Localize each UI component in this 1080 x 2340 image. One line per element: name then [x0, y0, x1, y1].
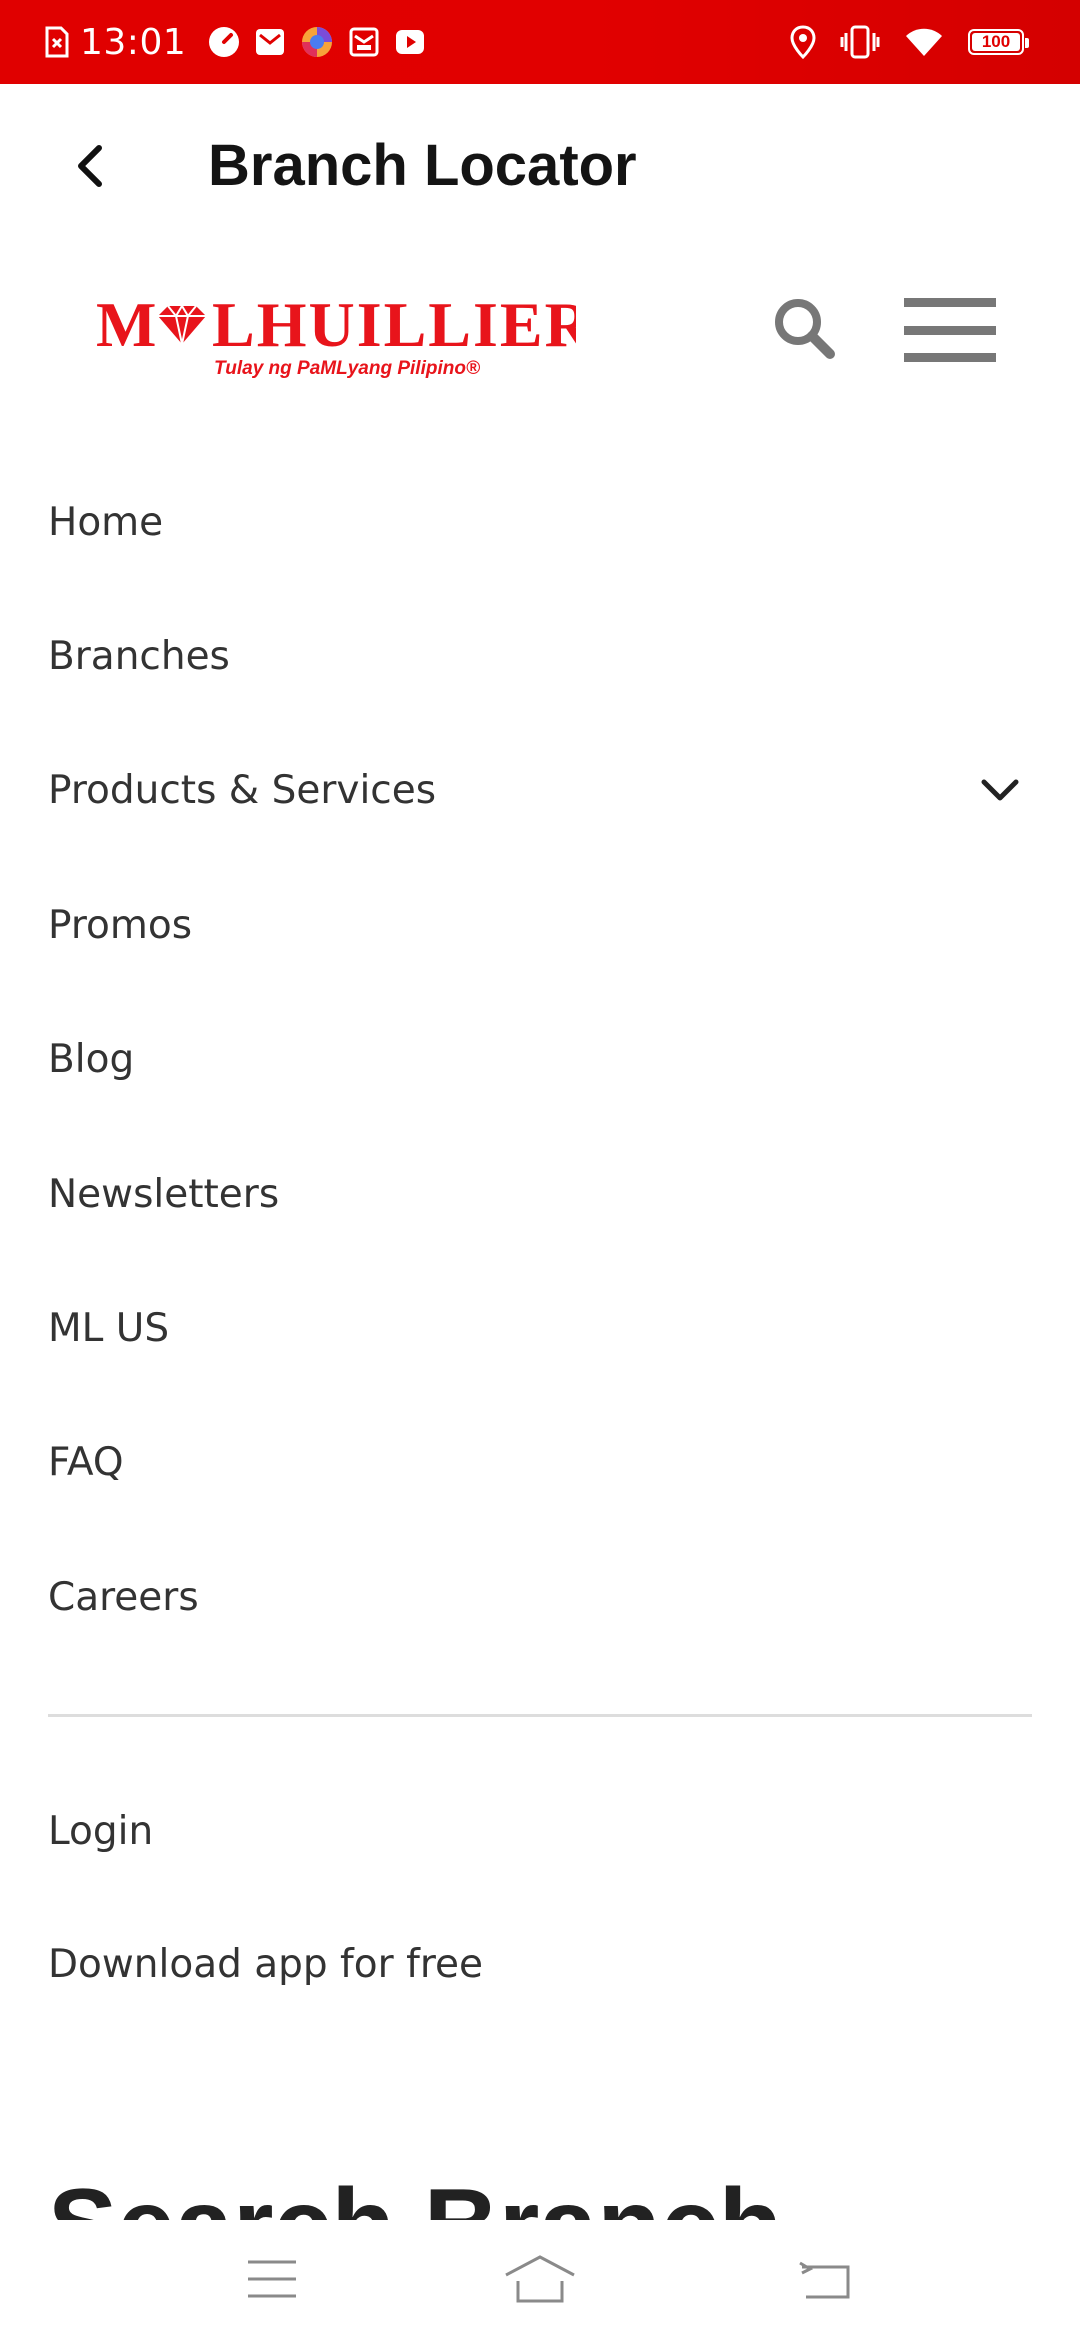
back-icon [799, 2261, 850, 2299]
hamburger-icon-bar [904, 353, 996, 362]
nav-item-label: Home [48, 499, 164, 545]
inbox-icon [349, 27, 379, 57]
nav-item-label: Login [48, 1809, 154, 1854]
recents-button[interactable] [222, 2244, 322, 2314]
nav-item-blog[interactable]: Blog [0, 993, 1080, 1127]
nav-item-newsletters[interactable]: Newsletters [0, 1127, 1080, 1261]
nav-menu: Home Branches Products & Services Promos… [0, 455, 1080, 1665]
hamburger-menu-button[interactable] [904, 298, 996, 362]
location-icon [790, 25, 816, 59]
nav-item-ml-us[interactable]: ML US [0, 1261, 1080, 1395]
nav-item-label: ML US [48, 1306, 170, 1352]
battery-percent: 100 [981, 32, 1011, 51]
battery-icon: 100 [968, 29, 1029, 55]
nav-item-careers[interactable]: Careers [0, 1530, 1080, 1664]
mlhuillier-logo[interactable]: M LHUILLIER Tulay ng PaMLyang Pilipino® [96, 290, 576, 380]
status-bar: 13:01 100 [0, 0, 1080, 84]
nav-item-label: Branches [48, 634, 230, 680]
status-right: 100 [790, 0, 1029, 84]
nav-item-label: Download app for free [48, 1942, 483, 1987]
search-branch-heading: Search Branch [0, 2170, 1080, 2220]
recents-icon [248, 2260, 296, 2298]
system-navigation-bar [0, 2220, 1080, 2340]
search-branch-heading-text: Search Branch [48, 2174, 782, 2220]
nav-item-label: Careers [48, 1574, 199, 1620]
youtube-icon [396, 30, 425, 54]
home-icon [505, 2255, 575, 2303]
status-time: 13:01 [80, 21, 187, 63]
back-arrow-icon [78, 145, 102, 187]
back-button[interactable] [58, 134, 122, 198]
mail-icon [256, 29, 285, 55]
secondary-menu: Login Download app for free [0, 1765, 1080, 2031]
wifi-icon [906, 28, 942, 56]
app-bar: Branch Locator [0, 84, 1080, 254]
nav-item-products-services[interactable]: Products & Services [0, 724, 1080, 858]
nav-item-label: Products & Services [48, 768, 437, 814]
search-icon [775, 299, 835, 359]
home-button[interactable] [490, 2244, 590, 2314]
nav-item-label: Promos [48, 902, 193, 948]
nav-item-branches[interactable]: Branches [0, 589, 1080, 723]
vibrate-icon [840, 25, 880, 59]
nav-item-faq[interactable]: FAQ [0, 1396, 1080, 1530]
login-link[interactable]: Login [0, 1765, 1080, 1898]
menu-divider [48, 1714, 1032, 1717]
notification-icons [208, 25, 426, 59]
speedometer-icon [209, 27, 240, 57]
hamburger-icon-bar [904, 325, 996, 335]
chevron-down-icon[interactable] [978, 769, 1022, 813]
hamburger-icon-bar [904, 298, 996, 307]
download-app-link[interactable]: Download app for free [0, 1898, 1080, 2031]
svg-text:M: M [96, 290, 158, 360]
nav-item-label: Newsletters [48, 1171, 280, 1217]
browser-icon [302, 27, 333, 57]
nav-item-home[interactable]: Home [0, 455, 1080, 589]
site-header: M LHUILLIER Tulay ng PaMLyang Pilipino® [0, 270, 1080, 390]
nav-item-label: FAQ [48, 1440, 124, 1486]
nav-item-label: Blog [48, 1037, 135, 1083]
svg-text:Tulay ng PaMLyang Pilipino®: Tulay ng PaMLyang Pilipino® [214, 358, 480, 379]
page-title: Branch Locator [208, 133, 637, 198]
back-nav-button[interactable] [774, 2244, 874, 2314]
sim-error-icon [45, 26, 69, 58]
status-left: 13:01 [44, 0, 426, 84]
search-button[interactable] [770, 294, 838, 362]
svg-text:LHUILLIER: LHUILLIER [212, 290, 576, 360]
nav-item-promos[interactable]: Promos [0, 858, 1080, 992]
